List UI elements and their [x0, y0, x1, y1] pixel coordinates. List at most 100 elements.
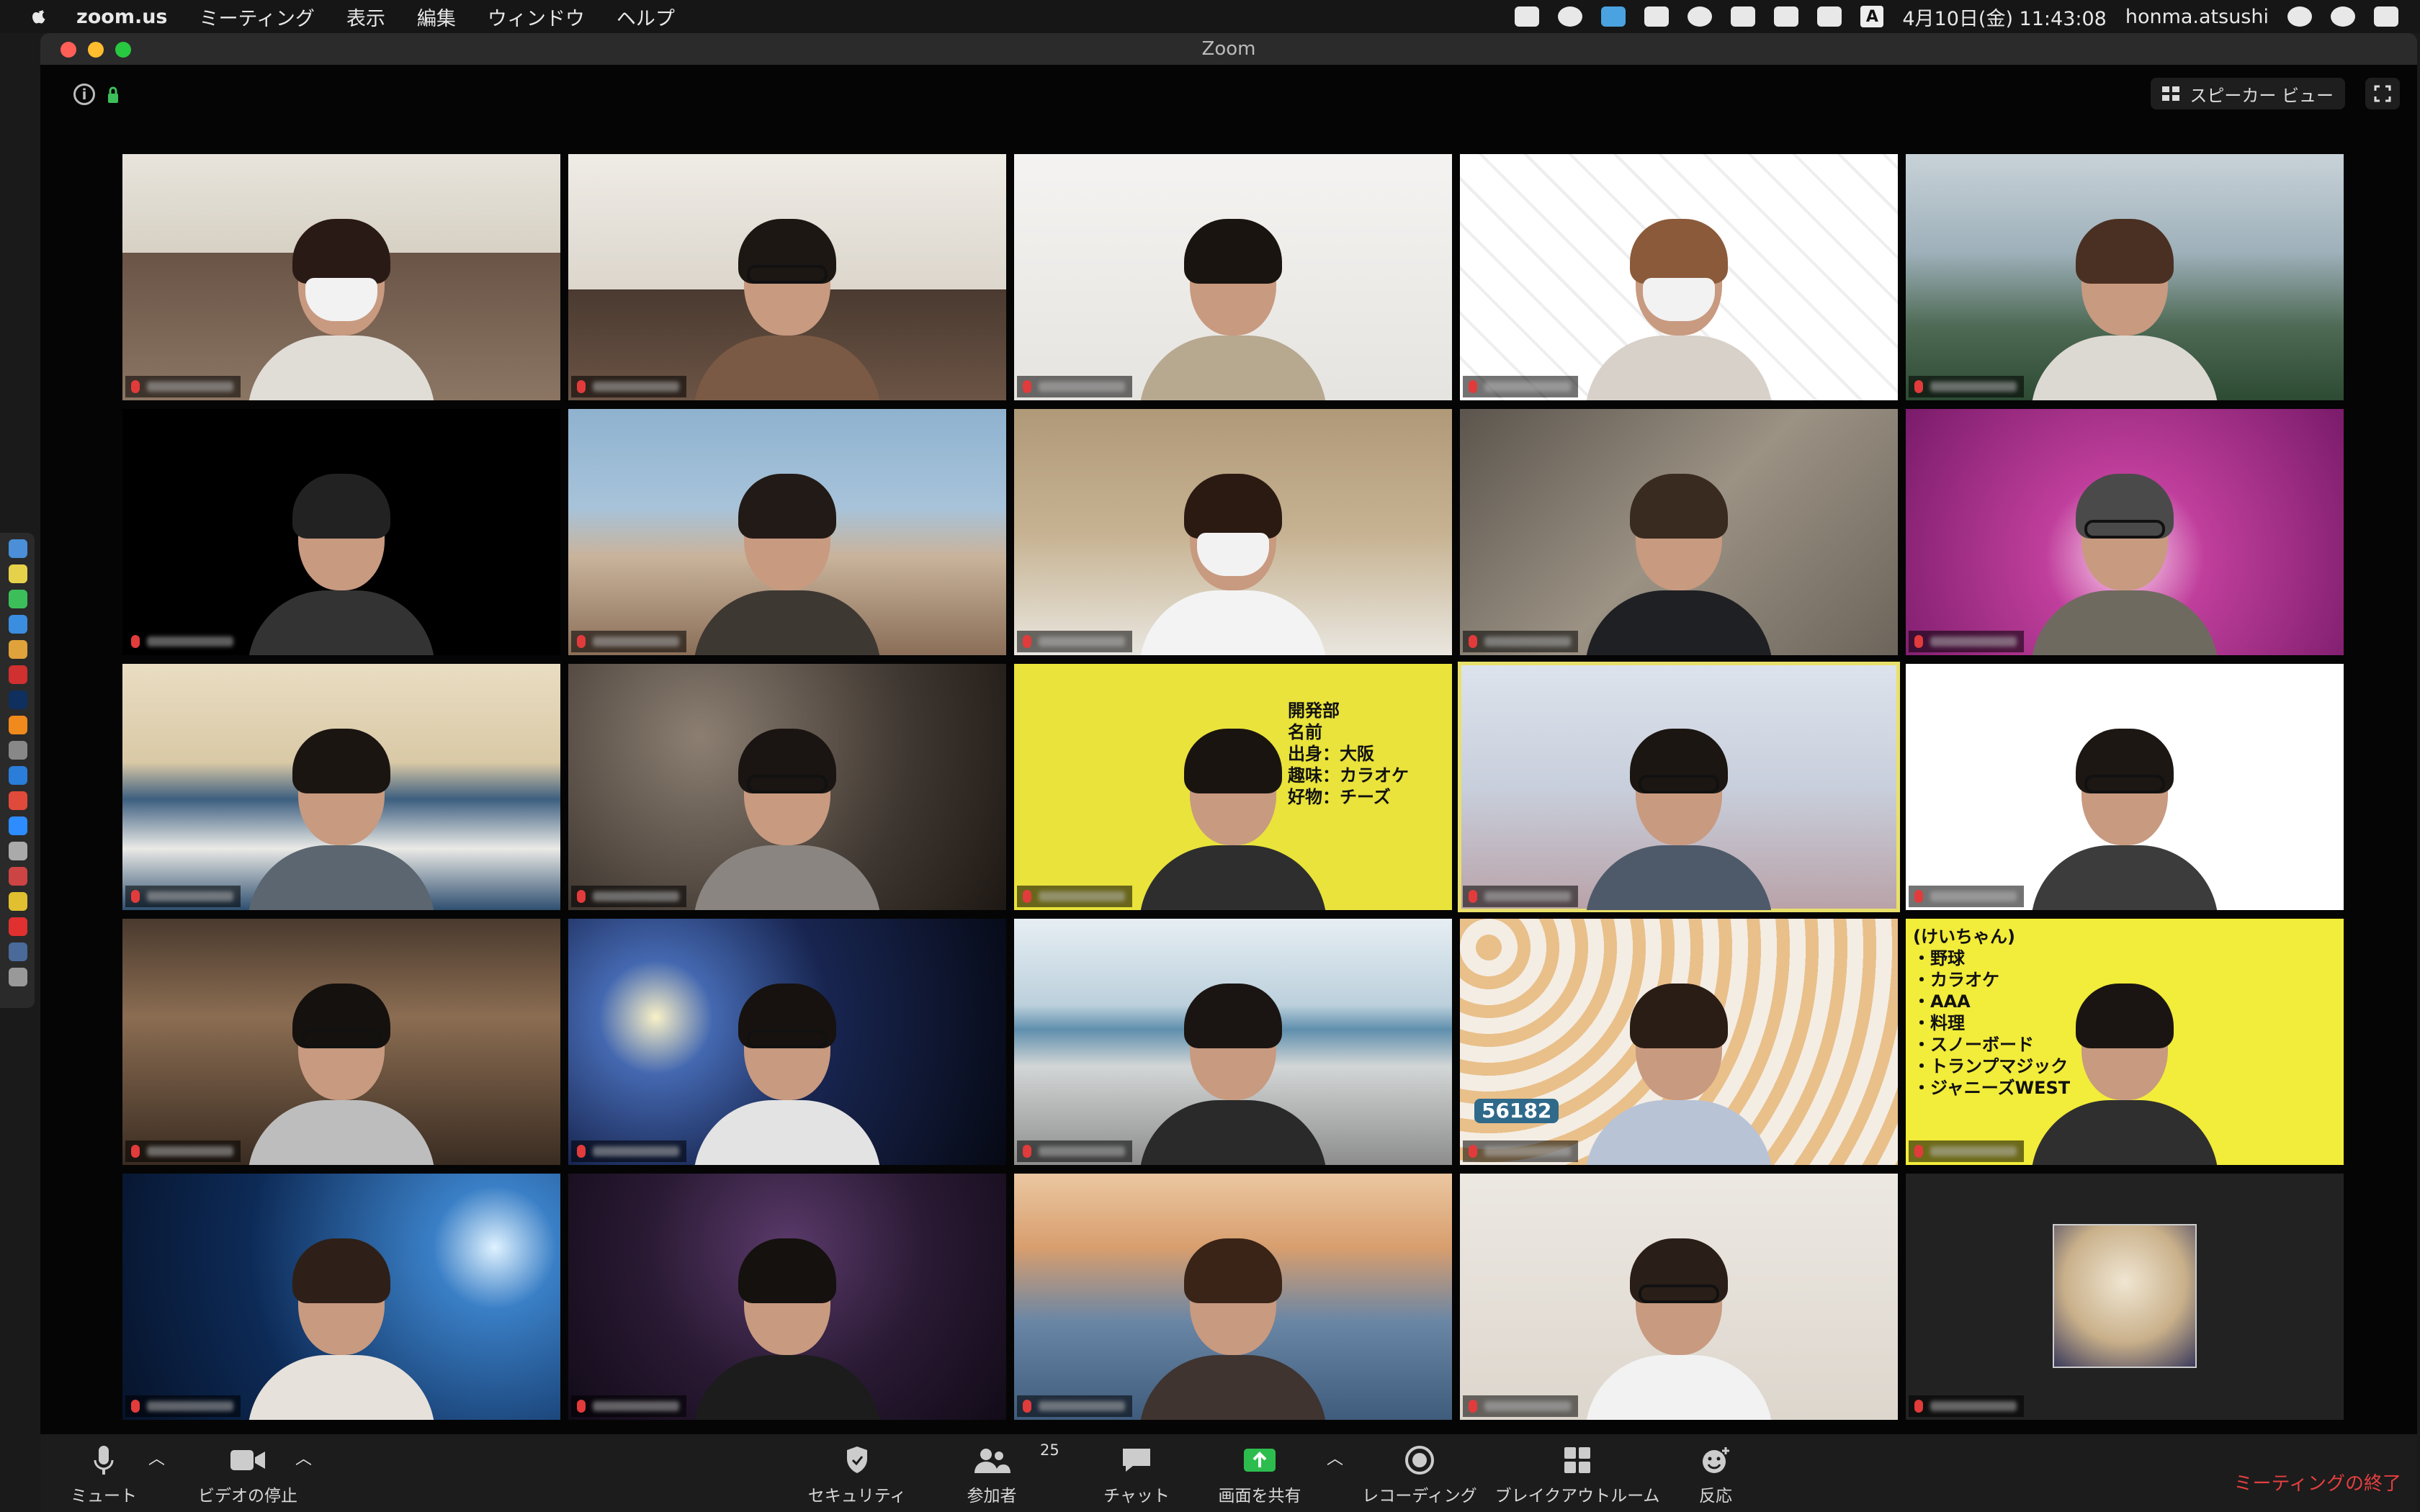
participant-tile[interactable] [568, 1174, 1006, 1420]
participant-tile[interactable] [1906, 409, 2344, 655]
dock-photoshop-icon[interactable] [9, 690, 27, 709]
participant-tile[interactable] [1458, 662, 1900, 912]
share-options-caret-icon[interactable]: ︿ [1327, 1444, 1343, 1469]
dock-app2-icon[interactable] [9, 842, 27, 860]
close-window-button[interactable] [60, 42, 76, 58]
participant-tile[interactable] [568, 664, 1006, 910]
participant-tile[interactable] [1014, 409, 1452, 655]
apple-icon[interactable] [29, 6, 50, 27]
blurred-name [147, 382, 233, 392]
participant-name-label [571, 631, 686, 652]
battery-icon[interactable] [1817, 6, 1842, 27]
participant-tile[interactable] [1906, 664, 2344, 910]
torso [694, 336, 881, 400]
participant-tile[interactable] [122, 664, 560, 910]
participant-tile[interactable] [1014, 1174, 1452, 1420]
speaker-view-button[interactable]: スピーカー ビュー [2151, 78, 2345, 109]
participant-tile[interactable] [122, 919, 560, 1165]
torso [694, 1355, 881, 1420]
evernote-icon[interactable] [1644, 6, 1670, 27]
menu-window[interactable]: ウィンドウ [488, 3, 585, 31]
dock-notes-icon[interactable] [9, 564, 27, 583]
participant-tile[interactable]: 56182 [1460, 919, 1898, 1165]
end-meeting-button[interactable]: ミーティングの終了 [2234, 1469, 2401, 1495]
dock-acrobat-icon[interactable] [9, 665, 27, 684]
participant-tile[interactable] [122, 154, 560, 400]
siri-icon[interactable] [2331, 6, 2355, 27]
skype-icon[interactable] [1601, 6, 1626, 27]
spotlight-search-icon[interactable] [2287, 6, 2312, 27]
participant-tile[interactable] [1014, 154, 1452, 400]
menu-help[interactable]: ヘルプ [617, 3, 675, 31]
participant-tile[interactable] [122, 1174, 560, 1420]
mute-button[interactable]: ミュート [60, 1444, 147, 1506]
dock-edge-icon[interactable] [9, 766, 27, 785]
participant-tile[interactable] [1460, 154, 1898, 400]
dock-calendar-icon[interactable] [9, 791, 27, 810]
clock[interactable]: 4月10日(金) 11:43:08 [1902, 3, 2106, 31]
zoom-window-button[interactable] [115, 42, 131, 58]
participant-video [248, 461, 435, 655]
dropbox-icon[interactable] [1688, 6, 1713, 27]
participant-tile[interactable] [122, 409, 560, 655]
chat-button[interactable]: チャット [1093, 1444, 1180, 1506]
video-options-caret-icon[interactable]: ︿ [295, 1444, 312, 1469]
menu-app-name[interactable]: zoom.us [76, 6, 168, 28]
participant-tile[interactable] [1906, 154, 2344, 400]
dock-illustrator-icon[interactable] [9, 716, 27, 734]
record-button[interactable]: レコーディング [1358, 1444, 1481, 1506]
dock-app-icon[interactable] [9, 590, 27, 608]
participant-video [694, 971, 881, 1165]
participant-tile[interactable] [1460, 409, 1898, 655]
user-name[interactable]: honma.atsushi [2125, 6, 2269, 28]
participant-tile[interactable] [568, 409, 1006, 655]
reactions-button[interactable]: 反応 [1687, 1444, 1744, 1506]
dock-safari-icon[interactable] [9, 615, 27, 634]
participant-tile[interactable] [568, 154, 1006, 400]
wifi-icon[interactable] [1774, 6, 1799, 27]
encryption-lock-icon[interactable] [107, 86, 120, 104]
bluetooth-icon[interactable] [1731, 6, 1756, 27]
participant-name-label [1909, 1395, 2024, 1417]
glasses [747, 775, 828, 793]
dock-trash-icon[interactable] [9, 968, 27, 986]
blurred-name [1484, 636, 1571, 647]
minimize-window-button[interactable] [88, 42, 104, 58]
participant-tile[interactable]: 開発部 名前 出身：大阪 趣味：カラオケ 好物：チーズ [1014, 664, 1452, 910]
stop-video-label: ビデオの停止 [198, 1487, 297, 1506]
fullscreen-button[interactable] [2365, 78, 2400, 109]
hair [2076, 219, 2174, 284]
notification-center-icon[interactable] [2374, 6, 2398, 27]
participants-button[interactable]: 25 参加者 [952, 1441, 1059, 1506]
participant-tile[interactable] [1906, 1174, 2344, 1420]
dock-chrome-icon[interactable] [9, 640, 27, 659]
participant-tile[interactable] [1460, 1174, 1898, 1420]
dock-app5-icon[interactable] [9, 917, 27, 936]
creative-cloud-icon[interactable] [1558, 6, 1583, 27]
menu-meeting[interactable]: ミーティング [200, 3, 315, 31]
torso [1585, 590, 1773, 655]
participant-name-label [571, 1140, 686, 1162]
meeting-info-icon[interactable]: i [73, 84, 95, 105]
dock-camera-icon[interactable] [9, 741, 27, 760]
hair [292, 729, 390, 793]
participant-tile[interactable] [1014, 919, 1452, 1165]
muted-mic-icon [131, 1400, 140, 1413]
dock-finder-icon[interactable] [9, 539, 27, 558]
audio-options-caret-icon[interactable]: ︿ [148, 1444, 165, 1469]
breakout-rooms-button[interactable]: ブレイクアウトルーム [1491, 1444, 1664, 1506]
participant-tile[interactable] [568, 919, 1006, 1165]
zoom-tray-icon[interactable] [1515, 6, 1540, 27]
security-button[interactable]: セキュリティ [799, 1444, 915, 1506]
dock-app3-icon[interactable] [9, 867, 27, 886]
window-titlebar[interactable]: Zoom [40, 33, 2417, 65]
menu-edit[interactable]: 編集 [417, 3, 456, 31]
share-screen-button[interactable]: 画面を共有 [1213, 1444, 1307, 1506]
dock-app4-icon[interactable] [9, 892, 27, 911]
dock-folder-icon[interactable] [9, 942, 27, 961]
participant-tile[interactable]: (けいちゃん) ・野球 ・カラオケ ・AAA ・料理 ・スノーボード ・トランプマジック ・ジ… [1906, 919, 2344, 1165]
blurred-name [1039, 1401, 1125, 1411]
dock-zoom-icon[interactable] [9, 816, 27, 835]
menu-view[interactable]: 表示 [346, 3, 385, 31]
input-mode-indicator[interactable]: A [1860, 6, 1884, 27]
